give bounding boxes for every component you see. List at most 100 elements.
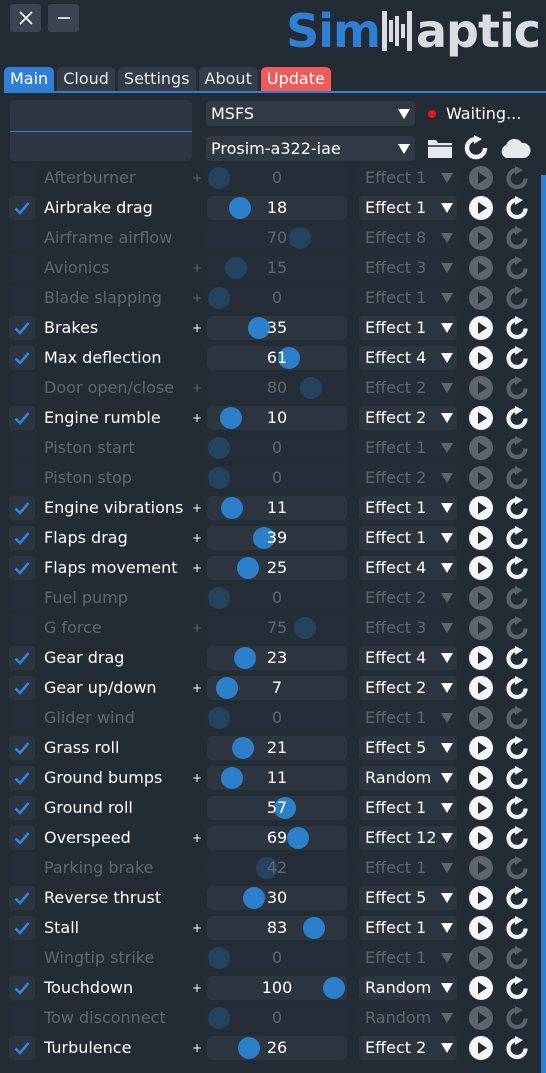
play-button[interactable] <box>469 196 493 220</box>
reset-button[interactable] <box>503 465 531 491</box>
intensity-slider[interactable]: 0 <box>207 586 347 610</box>
reset-button[interactable] <box>503 915 531 941</box>
search-box[interactable] <box>10 100 192 161</box>
enable-checkbox[interactable] <box>9 616 35 640</box>
intensity-slider[interactable]: 80 <box>207 376 347 400</box>
intensity-slider[interactable]: 30 <box>207 886 347 910</box>
play-button[interactable] <box>469 856 493 880</box>
effect-select[interactable]: Random <box>359 1006 457 1030</box>
expand-plus-icon[interactable]: + <box>192 763 202 793</box>
effect-select[interactable]: Effect 2 <box>359 376 457 400</box>
reset-button[interactable] <box>503 555 531 581</box>
play-button[interactable] <box>469 286 493 310</box>
intensity-slider[interactable]: 25 <box>207 556 347 580</box>
enable-checkbox[interactable] <box>9 826 35 850</box>
enable-checkbox[interactable] <box>9 646 35 670</box>
enable-checkbox[interactable] <box>9 916 35 940</box>
reset-button[interactable] <box>503 735 531 761</box>
effect-select[interactable]: Effect 1 <box>359 706 457 730</box>
enable-checkbox[interactable] <box>9 436 35 460</box>
effect-select[interactable]: Effect 1 <box>359 166 457 190</box>
reset-button[interactable] <box>503 795 531 821</box>
expand-plus-icon[interactable]: + <box>192 523 202 553</box>
enable-checkbox[interactable] <box>9 586 35 610</box>
enable-checkbox[interactable] <box>9 766 35 790</box>
effect-select[interactable]: Effect 5 <box>359 886 457 910</box>
tab-update[interactable]: Update <box>260 67 331 91</box>
effect-select[interactable]: Effect 2 <box>359 406 457 430</box>
effect-select[interactable]: Effect 3 <box>359 616 457 640</box>
intensity-slider[interactable]: 35 <box>207 316 347 340</box>
enable-checkbox[interactable] <box>9 946 35 970</box>
intensity-slider[interactable]: 0 <box>207 436 347 460</box>
enable-checkbox[interactable] <box>9 316 35 340</box>
intensity-slider[interactable]: 69 <box>207 826 347 850</box>
intensity-slider[interactable]: 18 <box>207 196 347 220</box>
effect-select[interactable]: Effect 4 <box>359 556 457 580</box>
play-button[interactable] <box>469 736 493 760</box>
reset-button[interactable] <box>503 495 531 521</box>
enable-checkbox[interactable] <box>9 1036 35 1060</box>
expand-plus-icon[interactable]: + <box>192 163 202 193</box>
enable-checkbox[interactable] <box>9 256 35 280</box>
enable-checkbox[interactable] <box>9 376 35 400</box>
play-button[interactable] <box>469 466 493 490</box>
effect-select[interactable]: Effect 1 <box>359 286 457 310</box>
play-button[interactable] <box>469 796 493 820</box>
effect-select[interactable]: Random <box>359 766 457 790</box>
effect-select[interactable]: Effect 5 <box>359 736 457 760</box>
enable-checkbox[interactable] <box>9 466 35 490</box>
expand-plus-icon[interactable]: + <box>192 973 202 1003</box>
reset-button[interactable] <box>503 525 531 551</box>
refresh-icon[interactable] <box>462 135 490 161</box>
reset-button[interactable] <box>503 405 531 431</box>
expand-plus-icon[interactable]: + <box>192 613 202 643</box>
aircraft-select[interactable]: Prosim-a322-iae <box>206 136 415 161</box>
effect-select[interactable]: Effect 8 <box>359 226 457 250</box>
play-button[interactable] <box>469 646 493 670</box>
play-button[interactable] <box>469 916 493 940</box>
expand-plus-icon[interactable]: + <box>192 283 202 313</box>
reset-button[interactable] <box>503 255 531 281</box>
expand-plus-icon[interactable]: + <box>192 313 202 343</box>
enable-checkbox[interactable] <box>9 856 35 880</box>
play-button[interactable] <box>469 616 493 640</box>
expand-plus-icon[interactable]: + <box>192 253 202 283</box>
reset-button[interactable] <box>503 945 531 971</box>
effect-select[interactable]: Effect 1 <box>359 796 457 820</box>
reset-button[interactable] <box>503 315 531 341</box>
effect-select[interactable]: Random <box>359 976 457 1000</box>
reset-button[interactable] <box>503 825 531 851</box>
effect-select[interactable]: Effect 1 <box>359 196 457 220</box>
cloud-icon[interactable] <box>498 137 532 159</box>
enable-checkbox[interactable] <box>9 286 35 310</box>
sim-select[interactable]: MSFS <box>206 101 415 126</box>
play-button[interactable] <box>469 826 493 850</box>
effect-select[interactable]: Effect 4 <box>359 346 457 370</box>
enable-checkbox[interactable] <box>9 976 35 1000</box>
enable-checkbox[interactable] <box>9 736 35 760</box>
intensity-slider[interactable]: 75 <box>207 616 347 640</box>
tab-main[interactable]: Main <box>4 67 55 91</box>
play-button[interactable] <box>469 946 493 970</box>
close-button[interactable] <box>10 4 41 32</box>
reset-button[interactable] <box>503 195 531 221</box>
intensity-slider[interactable]: 26 <box>207 1036 347 1060</box>
tab-cloud[interactable]: Cloud <box>57 67 115 91</box>
reset-button[interactable] <box>503 225 531 251</box>
play-button[interactable] <box>469 526 493 550</box>
play-button[interactable] <box>469 586 493 610</box>
reset-button[interactable] <box>503 435 531 461</box>
enable-checkbox[interactable] <box>9 706 35 730</box>
expand-plus-icon[interactable]: + <box>192 373 202 403</box>
enable-checkbox[interactable] <box>9 1006 35 1030</box>
expand-plus-icon[interactable]: + <box>192 913 202 943</box>
effect-select[interactable]: Effect 1 <box>359 496 457 520</box>
scrollbar[interactable] <box>541 175 546 1073</box>
reset-button[interactable] <box>503 375 531 401</box>
effect-select[interactable]: Effect 1 <box>359 526 457 550</box>
intensity-slider[interactable]: 0 <box>207 706 347 730</box>
expand-plus-icon[interactable]: + <box>192 553 202 583</box>
intensity-slider[interactable]: 83 <box>207 916 347 940</box>
intensity-slider[interactable]: 15 <box>207 256 347 280</box>
